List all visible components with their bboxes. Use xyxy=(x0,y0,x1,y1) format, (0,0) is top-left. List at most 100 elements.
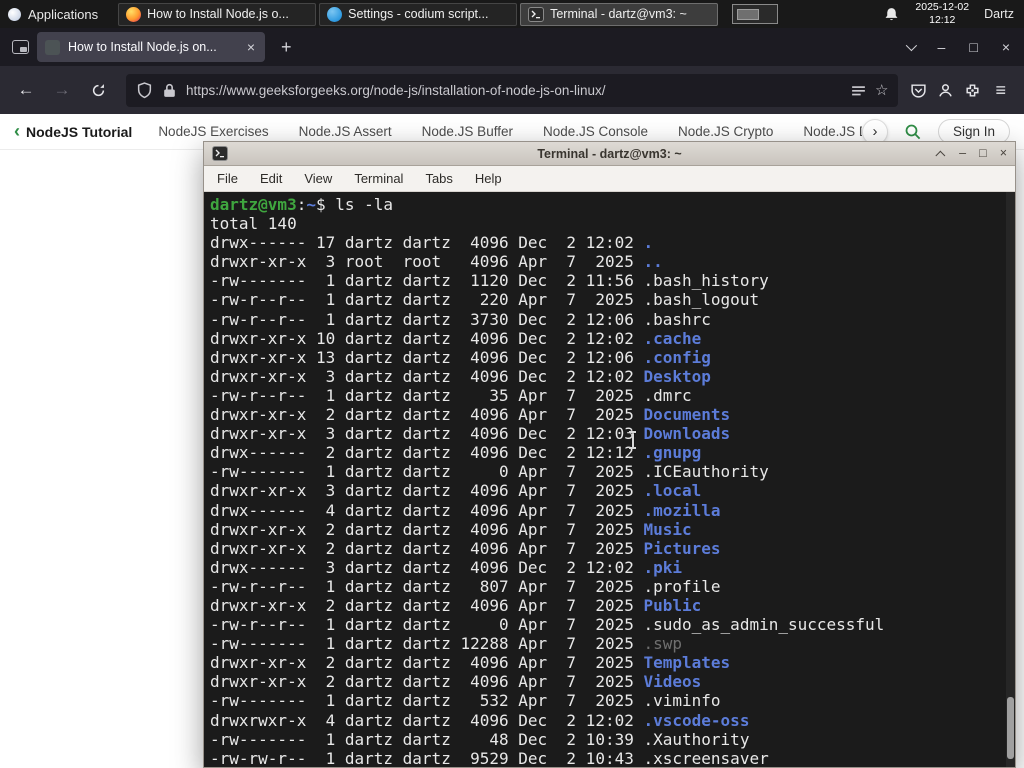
file-meta: drwxr-xr-x 3 dartz dartz 4096 Apr 7 2025 xyxy=(210,481,644,501)
terminal-listing-line: drwxr-xr-x 2 dartz dartz 4096 Apr 7 2025… xyxy=(210,596,1009,615)
prompt-separator: : xyxy=(296,195,307,214)
workspace-switcher[interactable] xyxy=(732,4,779,24)
terminal-listing-line: drwxr-xr-x 3 dartz dartz 4096 Dec 2 12:0… xyxy=(210,424,1009,443)
file-meta: drwxr-xr-x 3 root root 4096 Apr 7 2025 xyxy=(210,252,644,272)
file-name: .mozilla xyxy=(643,500,721,520)
terminal-minimize-button[interactable]: – xyxy=(959,147,966,160)
file-meta: -rw------- 1 dartz dartz 48 Dec 2 10:39 xyxy=(210,729,644,749)
terminal-menubar: File Edit View Terminal Tabs Help xyxy=(204,166,1015,192)
menu-button[interactable]: ≡ xyxy=(991,80,1010,101)
site-nav-primary[interactable]: NodeJS Tutorial xyxy=(26,124,132,140)
terminal-listing-line: drwxr-xr-x 3 root root 4096 Apr 7 2025 .… xyxy=(210,252,1009,271)
url-bar[interactable]: https://www.geeksforgeeks.org/node-js/in… xyxy=(126,73,899,107)
browser-close-button[interactable]: × xyxy=(1002,39,1010,55)
prompt-line: dartz@vm3:~$ ls -la xyxy=(210,195,1009,214)
site-nav-item[interactable]: Node.JS Assert xyxy=(299,124,392,139)
firefox-view-icon[interactable] xyxy=(12,40,29,54)
file-meta: drwxr-xr-x 2 dartz dartz 4096 Apr 7 2025 xyxy=(210,653,644,673)
terminal-menu-item[interactable]: Terminal xyxy=(354,171,403,186)
taskbar-button-browser[interactable]: How to Install Node.js o... xyxy=(118,2,317,26)
file-meta: drwxr-xr-x 3 dartz dartz 4096 Dec 2 12:0… xyxy=(210,424,644,444)
site-nav-item[interactable]: NodeJS Exercises xyxy=(158,124,268,139)
bookmark-star-icon[interactable]: ☆ xyxy=(875,81,888,99)
file-name: .xscreensaver xyxy=(643,748,769,767)
terminal-listing-line: -rw-r--r-- 1 dartz dartz 0 Apr 7 2025 .s… xyxy=(210,615,1009,634)
file-meta: -rw-r--r-- 1 dartz dartz 807 Apr 7 2025 xyxy=(210,576,644,596)
prompt-symbol: $ xyxy=(315,195,336,214)
search-icon[interactable] xyxy=(904,123,922,141)
applications-menu[interactable]: Applications xyxy=(0,0,108,28)
new-tab-button[interactable]: + xyxy=(275,37,298,58)
file-meta: -rw-r--r-- 1 dartz dartz 3730 Dec 2 12:0… xyxy=(210,309,644,329)
terminal-body[interactable]: dartz@vm3:~$ ls -la total 140 drwx------… xyxy=(204,192,1015,767)
file-meta: drwxr-xr-x 10 dartz dartz 4096 Dec 2 12:… xyxy=(210,328,644,348)
terminal-listing-line: drwxr-xr-x 2 dartz dartz 4096 Apr 7 2025… xyxy=(210,405,1009,424)
file-meta: -rw-r--r-- 1 dartz dartz 35 Apr 7 2025 xyxy=(210,385,644,405)
pocket-icon[interactable] xyxy=(910,82,927,99)
terminal-menu-item[interactable]: View xyxy=(304,171,332,186)
file-meta: drwx------ 3 dartz dartz 4096 Dec 2 12:0… xyxy=(210,557,644,577)
bell-icon[interactable] xyxy=(883,6,900,23)
panel-status-area: 2025-12-02 12:12 Dartz xyxy=(883,1,1024,27)
tab-close-button[interactable]: × xyxy=(245,39,257,55)
terminal-listing-line: -rw-r--r-- 1 dartz dartz 220 Apr 7 2025 … xyxy=(210,290,1009,309)
chevron-left-icon[interactable]: ‹ xyxy=(14,121,20,142)
toolbar-right-icons: ≡ xyxy=(910,80,1014,101)
taskbar-button-settings[interactable]: Settings - codium script... xyxy=(319,2,518,26)
file-meta: -rw-r--r-- 1 dartz dartz 0 Apr 7 2025 xyxy=(210,615,644,635)
file-name: .bashrc xyxy=(643,309,711,329)
terminal-title: Terminal - dartz@vm3: ~ xyxy=(537,146,682,161)
file-meta: -rw------- 1 dartz dartz 532 Apr 7 2025 xyxy=(210,691,644,711)
file-name: .local xyxy=(643,481,702,501)
browser-maximize-button[interactable]: □ xyxy=(969,39,977,55)
file-name: . xyxy=(643,233,654,253)
back-button[interactable]: ← xyxy=(10,74,42,106)
command-text: ls -la xyxy=(335,195,394,214)
file-name: .vscode-oss xyxy=(643,710,750,730)
clock[interactable]: 2025-12-02 12:12 xyxy=(915,1,969,27)
terminal-menu-item[interactable]: Help xyxy=(475,171,502,186)
account-icon[interactable] xyxy=(937,82,954,99)
terminal-scrollbar[interactable] xyxy=(1006,192,1015,767)
terminal-titlebar[interactable]: Terminal - dartz@vm3: ~ – □ × xyxy=(204,142,1015,166)
mouse-cursor-ibeam xyxy=(628,431,637,449)
top-panel: Applications How to Install Node.js o...… xyxy=(0,0,1024,28)
terminal-maximize-button[interactable]: □ xyxy=(979,147,987,160)
panel-username[interactable]: Dartz xyxy=(984,7,1014,21)
list-tabs-chevron-down-icon[interactable] xyxy=(905,39,917,52)
browser-tab[interactable]: How to Install Node.js on... × xyxy=(37,32,265,62)
reload-button[interactable] xyxy=(82,74,114,106)
reader-mode-icon[interactable] xyxy=(850,82,867,99)
file-name: Public xyxy=(643,595,702,615)
file-name: .sudo_as_admin_successful xyxy=(643,615,885,635)
extensions-puzzle-icon[interactable] xyxy=(964,82,981,99)
site-nav-item[interactable]: Node.JS Buffer xyxy=(422,124,513,139)
file-name: .bash_logout xyxy=(643,290,760,310)
file-meta: -rw------- 1 dartz dartz 0 Apr 7 2025 xyxy=(210,462,644,482)
site-nav-item[interactable]: Node.JS Console xyxy=(543,124,648,139)
site-nav-item[interactable]: Node.JS DNS xyxy=(803,124,862,139)
terminal-listing-line: -rw-rw-r-- 1 dartz dartz 9529 Dec 2 10:4… xyxy=(210,749,1009,767)
file-name: .ICEauthority xyxy=(643,462,769,482)
lock-icon[interactable] xyxy=(161,82,178,99)
terminal-listing-line: drwxr-xr-x 2 dartz dartz 4096 Apr 7 2025… xyxy=(210,520,1009,539)
site-nav-item[interactable]: Node.JS Crypto xyxy=(678,124,773,139)
scrollbar-thumb[interactable] xyxy=(1007,697,1014,759)
forward-button[interactable]: → xyxy=(46,74,78,106)
file-name: .dmrc xyxy=(643,385,692,405)
shield-icon[interactable] xyxy=(136,81,153,99)
browser-minimize-button[interactable]: – xyxy=(938,39,946,55)
terminal-listing-line: -rw------- 1 dartz dartz 48 Dec 2 10:39 … xyxy=(210,730,1009,749)
terminal-menu-item[interactable]: File xyxy=(217,171,238,186)
terminal-listing-line: drwx------ 4 dartz dartz 4096 Apr 7 2025… xyxy=(210,501,1009,520)
task-label: How to Install Node.js o... xyxy=(147,7,289,21)
tabbar-controls: – □ × xyxy=(905,39,1016,55)
terminal-icon xyxy=(528,6,545,22)
file-meta: drwxr-xr-x 3 dartz dartz 4096 Dec 2 12:0… xyxy=(210,366,644,386)
url-text: https://www.geeksforgeeks.org/node-js/in… xyxy=(186,82,606,98)
terminal-menu-item[interactable]: Edit xyxy=(260,171,282,186)
taskbar-button-terminal[interactable]: Terminal - dartz@vm3: ~ xyxy=(520,2,719,26)
terminal-listing-line: -rw------- 1 dartz dartz 532 Apr 7 2025 … xyxy=(210,691,1009,710)
terminal-menu-item[interactable]: Tabs xyxy=(425,171,452,186)
terminal-close-button[interactable]: × xyxy=(1000,147,1007,160)
